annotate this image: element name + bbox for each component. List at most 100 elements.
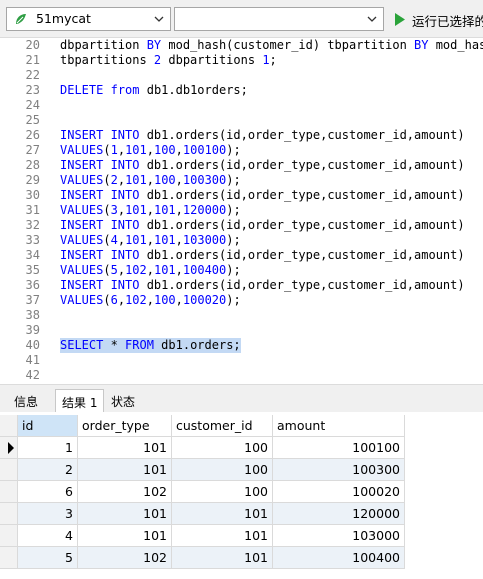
cell-id[interactable]: 3: [18, 503, 78, 525]
connection-select[interactable]: 51mycat: [6, 7, 171, 31]
code-line: 23 DELETE from db1.db1orders;: [0, 83, 483, 98]
sql-text: ,: [146, 233, 154, 247]
cell-order-type[interactable]: 102: [78, 547, 172, 569]
column-header-order-type[interactable]: order_type: [78, 415, 172, 437]
sql-text: db1.orders(id,order_type,customer_id,amo…: [139, 158, 465, 172]
cell-customer-id[interactable]: 100: [172, 481, 273, 503]
database-select[interactable]: [174, 7, 384, 31]
code-line: 35 VALUES(5,102,101,100400);: [0, 263, 483, 278]
code-text: INSERT INTO db1.orders(id,order_type,cus…: [60, 158, 465, 173]
row-indicator[interactable]: [0, 481, 18, 503]
code-line: 25: [0, 113, 483, 128]
code-text: DELETE from db1.db1orders;: [60, 83, 248, 98]
column-header-amount[interactable]: amount: [273, 415, 405, 437]
line-number: 40: [25, 338, 40, 352]
code-line: 36 INSERT INTO db1.orders(id,order_type,c…: [0, 278, 483, 293]
sql-keyword: INSERT INTO: [60, 128, 140, 142]
cell-id[interactable]: 2: [18, 459, 78, 481]
line-number: 31: [25, 203, 40, 217]
cell-id[interactable]: 4: [18, 525, 78, 547]
cell-order-type[interactable]: 101: [78, 459, 172, 481]
cell-amount[interactable]: 100300: [273, 459, 405, 481]
sql-text: ,: [117, 143, 126, 157]
cell-amount[interactable]: 100400: [273, 547, 405, 569]
cell-id[interactable]: 6: [18, 481, 78, 503]
cell-customer-id[interactable]: 100: [172, 437, 273, 459]
column-header-id[interactable]: id: [18, 415, 78, 437]
chevron-down-icon: [154, 16, 164, 22]
sql-number: 100100: [182, 143, 227, 157]
line-number: 33: [25, 233, 40, 247]
sql-keyword: DELETE: [60, 83, 104, 97]
cell-customer-id[interactable]: 101: [172, 525, 273, 547]
sql-number: 103000: [182, 233, 227, 247]
cell-order-type[interactable]: 101: [78, 437, 172, 459]
sql-text: dbpartitions: [161, 53, 263, 67]
line-number: 39: [25, 323, 40, 337]
row-indicator[interactable]: [0, 525, 18, 547]
code-line: 33 VALUES(4,101,101,103000);: [0, 233, 483, 248]
sql-text: ,: [146, 293, 154, 307]
current-row-marker-icon: [8, 442, 14, 454]
cell-amount[interactable]: 100100: [273, 437, 405, 459]
row-indicator[interactable]: [0, 459, 18, 481]
sql-text: ,: [146, 203, 154, 217]
sql-number: 3: [110, 203, 118, 217]
sql-text: ;: [269, 53, 277, 67]
cell-customer-id[interactable]: 100: [172, 459, 273, 481]
sql-text: );: [226, 233, 241, 247]
row-indicator[interactable]: [0, 437, 18, 459]
cell-id[interactable]: 5: [18, 547, 78, 569]
sql-keyword: VALUES: [60, 293, 104, 307]
code-text: dbpartition BY mod_hash(customer_id) tbp…: [60, 38, 483, 53]
result-grid[interactable]: id order_type customer_id amount 1 101 100 1001…: [0, 412, 483, 579]
cell-id[interactable]: 1: [18, 437, 78, 459]
sql-number: 100: [153, 143, 176, 157]
code-line: 37 VALUES(6,102,100,100020);: [0, 293, 483, 308]
cell-order-type[interactable]: 102: [78, 481, 172, 503]
column-header-customer-id[interactable]: customer_id: [172, 415, 273, 437]
row-indicator[interactable]: [0, 503, 18, 525]
sql-text: ,: [117, 203, 126, 217]
sql-keyword: VALUES: [60, 173, 104, 187]
cell-amount[interactable]: 103000: [273, 525, 405, 547]
cell-customer-id[interactable]: 101: [172, 547, 273, 569]
cell-amount[interactable]: 120000: [273, 503, 405, 525]
line-number: 26: [25, 128, 40, 142]
code-text: VALUES(5,102,101,100400);: [60, 263, 241, 278]
tab-result-1[interactable]: 结果 1: [55, 389, 105, 413]
sql-text: ,: [146, 143, 154, 157]
sql-keyword: INSERT INTO: [60, 158, 140, 172]
run-selected-button[interactable]: 运行已选择的: [391, 9, 483, 29]
cell-order-type[interactable]: 101: [78, 503, 172, 525]
sql-text: mod_hash(customer_id) tbpartition: [161, 38, 415, 52]
line-number: 37: [25, 293, 40, 307]
code-line: 22: [0, 68, 483, 83]
sql-text: ,: [117, 233, 126, 247]
code-line: 31 VALUES(3,101,101,120000);: [0, 203, 483, 218]
sql-number: 1: [262, 53, 270, 67]
cell-amount[interactable]: 100020: [273, 481, 405, 503]
sql-number: 100300: [182, 173, 227, 187]
cell-customer-id[interactable]: 101: [172, 503, 273, 525]
tab-info[interactable]: 信息: [8, 389, 44, 413]
sql-number: 100: [153, 293, 176, 307]
code-text: VALUES(3,101,101,120000);: [60, 203, 241, 218]
code-line: 20 dbpartition BY mod_hash(customer_id) t…: [0, 38, 483, 53]
play-icon: [395, 13, 405, 26]
sql-number: 6: [110, 293, 118, 307]
sql-number: 5: [110, 263, 118, 277]
row-indicator-header: [0, 415, 18, 437]
line-number: 25: [25, 113, 40, 127]
sql-number: 101: [153, 233, 176, 247]
code-line: 39: [0, 323, 483, 338]
code-text: VALUES(2,101,100,100300);: [60, 173, 241, 188]
line-number: 34: [25, 248, 40, 262]
row-indicator[interactable]: [0, 547, 18, 569]
tab-status[interactable]: 状态: [105, 389, 141, 413]
cell-order-type[interactable]: 101: [78, 525, 172, 547]
sql-text: ,: [175, 173, 183, 187]
sql-keyword: BY: [414, 38, 429, 52]
sql-editor[interactable]: 20 dbpartition BY mod_hash(customer_id) t…: [0, 38, 483, 383]
code-line: 26 INSERT INTO db1.orders(id,order_type,c…: [0, 128, 483, 143]
